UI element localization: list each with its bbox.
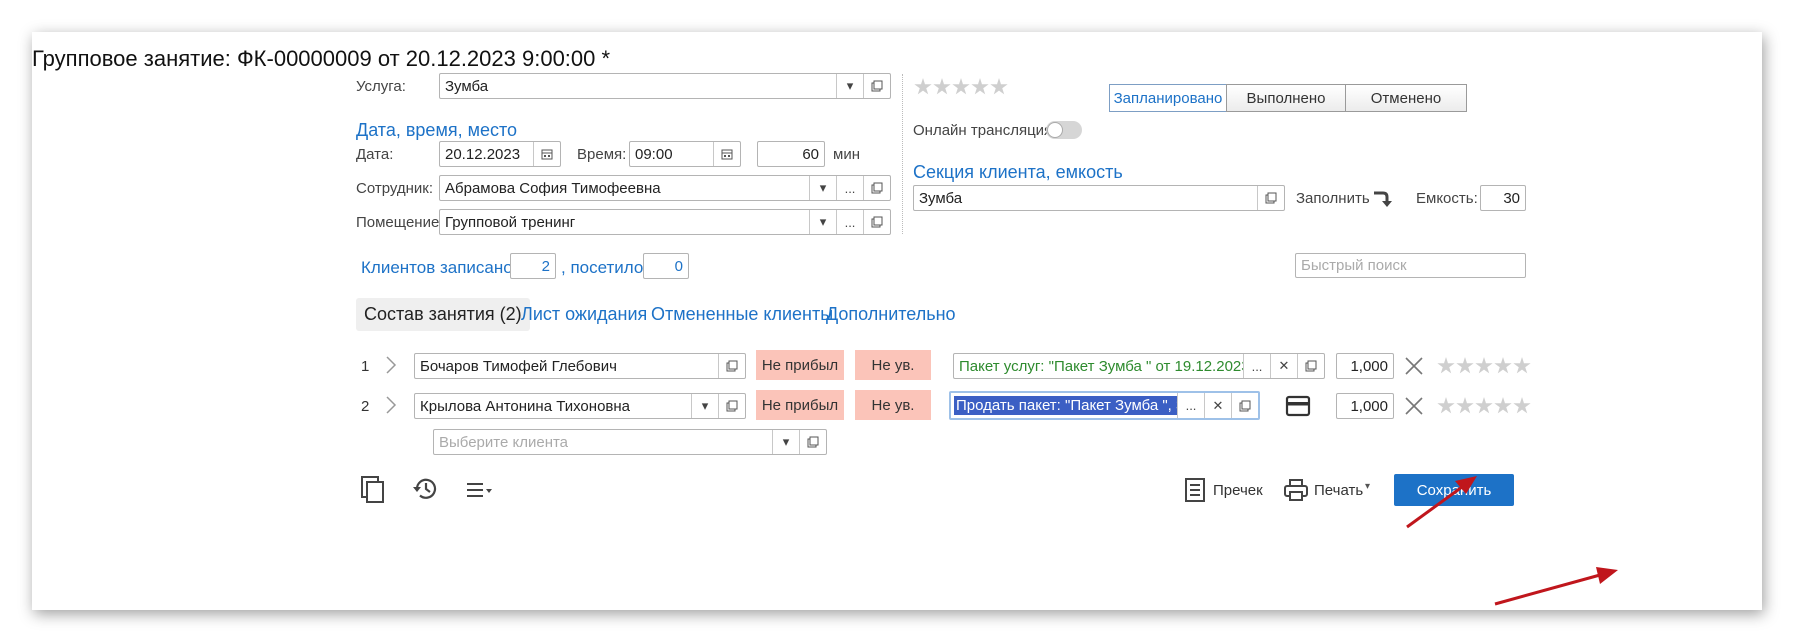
annotation-arrows [1406,476,1618,606]
arrow-to-save-button [1494,567,1618,606]
arrow-to-card-icon [1406,476,1477,529]
